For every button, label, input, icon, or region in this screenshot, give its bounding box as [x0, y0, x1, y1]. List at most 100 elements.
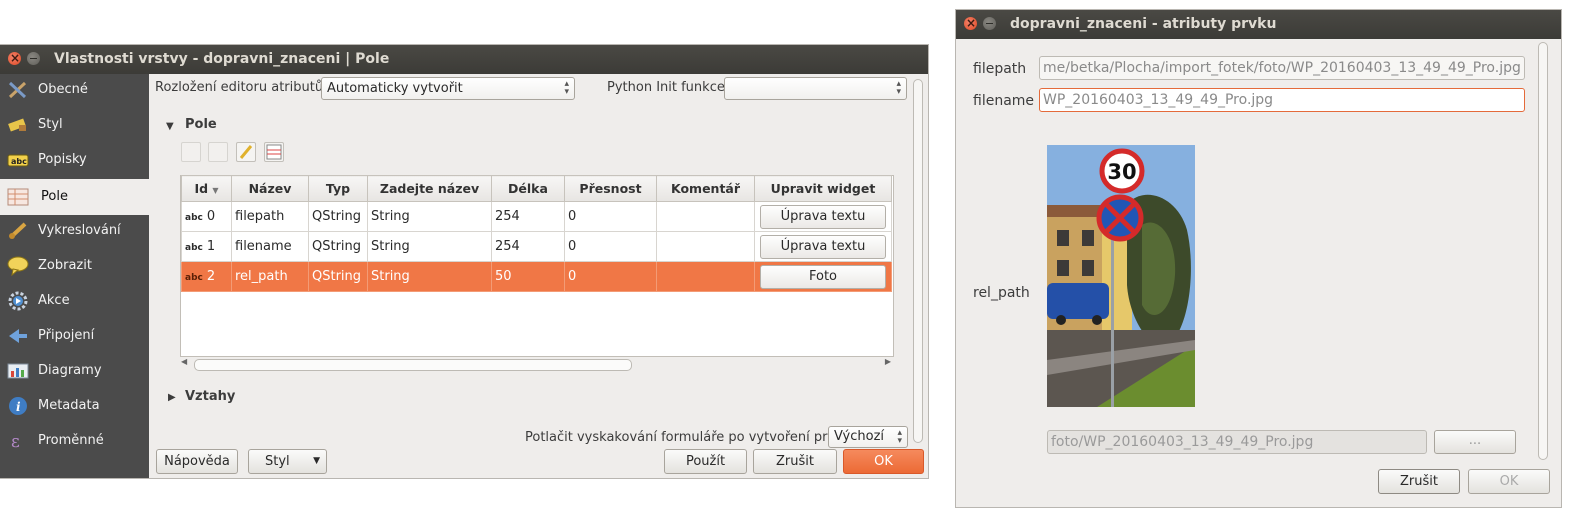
- column-header-comment[interactable]: Komentář: [656, 175, 755, 202]
- edit-pencil-icon[interactable]: [236, 142, 256, 162]
- cell-length[interactable]: 50: [491, 261, 565, 292]
- scroll-left-icon[interactable]: ◀: [181, 357, 187, 366]
- suppress-form-value: Výchozí: [834, 429, 885, 444]
- cell-name[interactable]: filepath: [231, 201, 309, 232]
- filepath-field[interactable]: me/betka/Plocha/import_fotek/foto/WP_201…: [1039, 56, 1525, 80]
- updown-arrows-icon: ▴ ▾: [897, 428, 902, 446]
- cancel-button[interactable]: Zrušit: [753, 449, 837, 474]
- hscroll-thumb[interactable]: [194, 359, 632, 371]
- sidebar-item-pripojeni[interactable]: Připojení: [0, 320, 149, 353]
- table-row[interactable]: abc 1 filename QString String 254 0 Úprav…: [181, 231, 892, 262]
- column-header-type[interactable]: Typ: [308, 175, 368, 202]
- cell-type-name[interactable]: String: [367, 201, 492, 232]
- relpath-label: rel_path: [973, 285, 1030, 301]
- cell-id[interactable]: abc 1: [181, 231, 232, 262]
- sidebar-item-obecne[interactable]: Obecné: [0, 74, 149, 107]
- table-icon: [7, 187, 29, 207]
- traffic-sign-photo: 30: [1047, 145, 1195, 407]
- help-button[interactable]: Nápověda: [156, 449, 238, 474]
- gear-play-icon: [7, 291, 29, 311]
- column-header-length[interactable]: Délka: [491, 175, 565, 202]
- edit-widget-button[interactable]: Úprava textu: [760, 204, 886, 229]
- sidebar-item-label: Pole: [41, 189, 68, 204]
- field-calculator-icon[interactable]: [264, 142, 284, 162]
- filename-field[interactable]: WP_20160403_13_49_49_Pro.jpg: [1039, 88, 1525, 112]
- section-relations-header[interactable]: Vztahy: [185, 389, 235, 404]
- section-fields-header[interactable]: Pole: [185, 117, 217, 132]
- chart-icon: [7, 361, 29, 381]
- editor-layout-label: Rozložení editoru atributů:: [155, 80, 328, 95]
- column-header-widget[interactable]: Upravit widget: [754, 175, 892, 202]
- cancel-button[interactable]: Zrušit: [1378, 469, 1460, 494]
- dropdown-arrow-icon: ▼: [313, 456, 320, 466]
- delete-field-icon[interactable]: [208, 142, 228, 162]
- sidebar-item-label: Metadata: [38, 398, 100, 413]
- cell-comment[interactable]: [656, 201, 755, 232]
- sidebar-item-vykreslovani[interactable]: Vykreslování: [0, 215, 149, 248]
- apply-button[interactable]: Použít: [664, 449, 747, 474]
- sidebar-item-popisky[interactable]: abc Popisky: [0, 144, 149, 177]
- python-init-label: Python Init funkce: [607, 80, 725, 95]
- sidebar-item-akce[interactable]: Akce: [0, 285, 149, 318]
- table-row[interactable]: abc 0 filepath QString String 254 0 Úprav…: [181, 201, 892, 232]
- collapse-arrow-icon[interactable]: ▶: [168, 392, 176, 403]
- photo-path-field[interactable]: foto/WP_20160403_13_49_49_Pro.jpg: [1047, 430, 1427, 454]
- column-header-id[interactable]: Id ▼: [181, 175, 232, 202]
- string-type-icon: abc: [185, 273, 203, 283]
- cell-type[interactable]: QString: [308, 261, 368, 292]
- cell-type-name[interactable]: String: [367, 261, 492, 292]
- sidebar-item-zobrazit[interactable]: Zobrazit: [0, 250, 149, 283]
- close-icon[interactable]: [964, 9, 977, 38]
- column-header-type-name[interactable]: Zadejte název: [367, 175, 492, 202]
- fields-table: Id ▼ Název Typ Zadejte název Délka Přesn…: [181, 175, 892, 292]
- minimize-icon[interactable]: [27, 52, 40, 65]
- cell-precision[interactable]: 0: [564, 201, 657, 232]
- cell-precision[interactable]: 0: [564, 261, 657, 292]
- cell-comment[interactable]: [656, 231, 755, 262]
- filename-label: filename: [973, 93, 1035, 109]
- sidebar-item-pole[interactable]: Pole: [0, 179, 149, 215]
- cell-comment[interactable]: [656, 261, 755, 292]
- ok-button[interactable]: OK: [1468, 469, 1550, 494]
- close-icon[interactable]: [8, 44, 21, 73]
- sidebar-item-label: Vykreslování: [38, 223, 121, 238]
- browse-button[interactable]: ...: [1434, 430, 1516, 454]
- sidebar-item-metadata[interactable]: i Metadata: [0, 390, 149, 423]
- sidebar-item-label: Akce: [38, 293, 70, 308]
- sidebar-item-label: Diagramy: [38, 363, 102, 378]
- ok-button[interactable]: OK: [843, 449, 924, 474]
- editor-layout-combo[interactable]: Automaticky vytvořit ▴ ▾: [321, 77, 575, 100]
- scroll-right-icon[interactable]: ▶: [885, 357, 891, 366]
- suppress-form-combo[interactable]: Výchozí ▴ ▾: [828, 426, 908, 448]
- cell-name[interactable]: filename: [231, 231, 309, 262]
- cell-length[interactable]: 254: [491, 201, 565, 232]
- sidebar-item-label: Proměnné: [38, 433, 104, 448]
- cell-type[interactable]: QString: [308, 201, 368, 232]
- cell-id[interactable]: abc 2: [181, 261, 232, 292]
- minimize-icon[interactable]: [983, 17, 996, 30]
- cell-length[interactable]: 254: [491, 231, 565, 262]
- python-init-combo[interactable]: ▴ ▾: [724, 77, 907, 100]
- cell-type-name[interactable]: String: [367, 231, 492, 262]
- sidebar-item-styl[interactable]: Styl: [0, 109, 149, 142]
- new-field-icon[interactable]: [181, 142, 201, 162]
- style-button[interactable]: Styl ▼: [248, 449, 327, 474]
- table-row-selected[interactable]: abc 2 rel_path QString String 50 0 Foto: [181, 261, 892, 292]
- edit-widget-button[interactable]: Foto: [760, 264, 886, 289]
- sidebar-item-diagramy[interactable]: Diagramy: [0, 355, 149, 388]
- svg-text:i: i: [16, 400, 21, 414]
- panel-vscrollbar[interactable]: [913, 79, 923, 443]
- photo-preview[interactable]: 30: [1047, 145, 1195, 407]
- info-icon: i: [7, 396, 29, 416]
- column-header-precision[interactable]: Přesnost: [564, 175, 657, 202]
- cell-name[interactable]: rel_path: [231, 261, 309, 292]
- expand-arrow-icon[interactable]: ▼: [166, 121, 174, 132]
- form-vscrollbar[interactable]: [1538, 42, 1548, 460]
- sidebar-item-promenne[interactable]: ε Proměnné: [0, 425, 149, 458]
- column-header-name[interactable]: Název: [231, 175, 309, 202]
- cell-type[interactable]: QString: [308, 231, 368, 262]
- table-hscrollbar[interactable]: ◀ ▶: [181, 357, 891, 371]
- cell-precision[interactable]: 0: [564, 231, 657, 262]
- edit-widget-button[interactable]: Úprava textu: [760, 234, 886, 259]
- cell-id[interactable]: abc 0: [181, 201, 232, 232]
